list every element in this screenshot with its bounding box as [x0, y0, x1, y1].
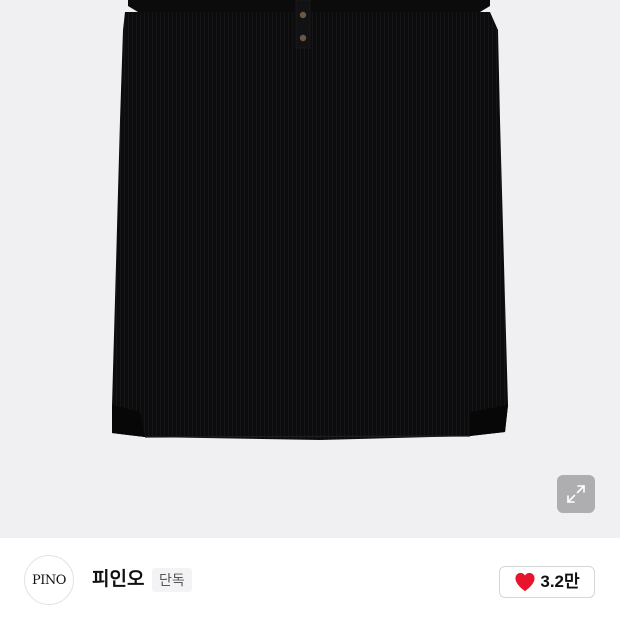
skirt-button	[299, 34, 307, 42]
product-image[interactable]	[0, 0, 620, 538]
brand-logo-text: PINO	[32, 572, 66, 588]
like-button[interactable]: 3.2만	[499, 566, 595, 598]
brand-logo[interactable]: PINO	[24, 555, 74, 605]
like-count: 3.2만	[540, 572, 580, 591]
skirt-image	[112, 0, 508, 440]
exclusive-badge: 단독	[152, 568, 192, 592]
brand-bar: PINO 피인오 단독 3.2만	[0, 538, 620, 620]
expand-image-button[interactable]	[557, 475, 595, 513]
brand-name[interactable]: 피인오	[92, 569, 144, 591]
heart-icon	[515, 572, 535, 592]
skirt-button	[299, 11, 307, 19]
expand-arrows-icon	[567, 485, 585, 503]
